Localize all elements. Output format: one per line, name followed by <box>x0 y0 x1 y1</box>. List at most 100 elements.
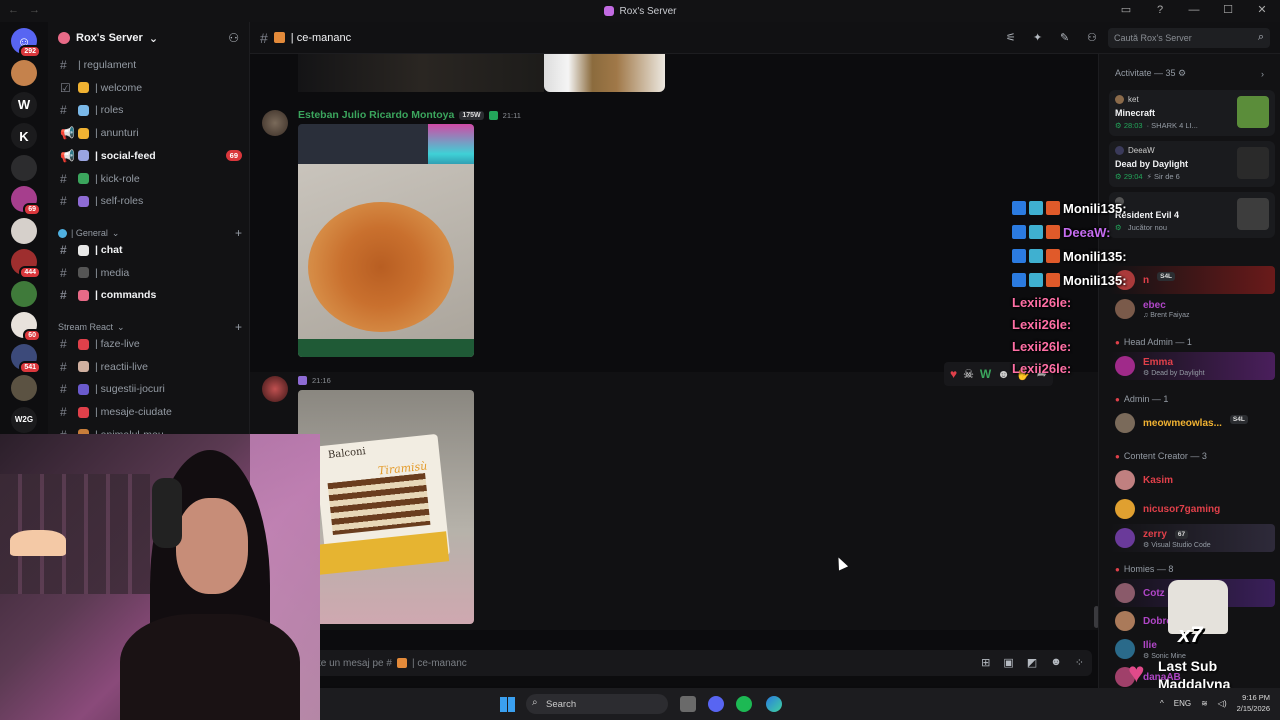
avatar[interactable] <box>262 110 288 136</box>
channel-item[interactable]: # | chat <box>56 240 242 260</box>
server-icon[interactable]: 69 <box>11 186 41 216</box>
channel-item[interactable]: # | self-roles <box>56 191 242 211</box>
member-item[interactable]: zerry 67 ⚙ Visual Studio Code <box>1109 524 1275 552</box>
server-header[interactable]: Rox's Server ⌄ ⚇ <box>48 22 249 54</box>
close-button[interactable]: ✕ <box>1252 3 1272 16</box>
apps-icon[interactable]: ⁘ <box>1075 656 1084 669</box>
streamer-face <box>176 498 248 594</box>
channel-emoji-icon <box>78 267 89 279</box>
search-icon: ⌕ <box>1257 31 1264 43</box>
member-name: Kasim <box>1143 474 1174 486</box>
author-name[interactable]: Esteban Julio Ricardo Montoya <box>298 109 454 121</box>
pizza <box>308 202 454 332</box>
threads-icon[interactable]: ⚟ <box>1006 31 1019 44</box>
channel-item[interactable]: # | kick-role <box>56 169 242 189</box>
member-item[interactable]: n S4L <box>1109 266 1275 294</box>
channel-item[interactable]: # | roles <box>56 100 242 120</box>
server-badge: 444 <box>19 266 41 279</box>
wifi-icon[interactable]: ≋ <box>1201 699 1208 708</box>
edge-icon[interactable] <box>766 696 782 712</box>
channel-name: | mesaje-ciudate <box>95 406 172 419</box>
clock[interactable]: 9:16 PM 2/15/2026 <box>1237 692 1270 714</box>
server-icon[interactable]: 444 <box>11 249 41 279</box>
add-reaction-icon[interactable]: ☻ <box>997 367 1010 381</box>
minimize-button[interactable]: — <box>1184 4 1204 16</box>
maximize-button[interactable]: ☐ <box>1218 3 1238 16</box>
activity-card[interactable]: Resident Evil 4 ⚙ Jucător nou <box>1109 192 1275 238</box>
activity-card[interactable]: ket Minecraft ⚙ 28:03 · SHARK 4 LI... <box>1109 90 1275 136</box>
channel-item[interactable]: ☑ | welcome <box>56 78 242 98</box>
forward-arrow-icon[interactable]: → <box>29 4 40 16</box>
add-channel-icon[interactable]: + <box>235 320 242 334</box>
role-icon <box>298 376 307 385</box>
server-icon[interactable] <box>11 154 37 181</box>
hash-icon: # <box>260 29 268 46</box>
channel-type-icon: # <box>60 382 67 397</box>
emoji-icon[interactable]: ☻ <box>1050 656 1062 669</box>
server-icon[interactable]: 541 <box>11 343 41 374</box>
discord-taskbar-icon[interactable] <box>708 696 724 712</box>
member-item[interactable]: Emma ⚙ Dead by Daylight <box>1109 352 1275 380</box>
pizza-image[interactable] <box>298 124 474 357</box>
back-arrow-icon[interactable]: ← <box>8 4 19 16</box>
channel-item[interactable]: # | media <box>56 263 242 283</box>
cake-image[interactable]: Balconi Tiramisù <box>298 390 474 624</box>
message-input[interactable]: te un mesaj pe # | ce-mananc <box>260 650 1092 676</box>
prev-image-attachment[interactable] <box>544 54 665 92</box>
category-stream-react[interactable]: Stream React ⌄ + <box>58 320 242 334</box>
direct-messages-button[interactable]: ☺ 292 <box>11 28 41 58</box>
category-general[interactable]: | General ⌄ + <box>58 226 242 240</box>
avatar[interactable] <box>262 376 288 402</box>
server-icon[interactable] <box>11 375 37 401</box>
nav-buttons: ← → <box>8 4 40 16</box>
gif-icon[interactable]: ▣ <box>1003 656 1013 669</box>
server-icon[interactable] <box>11 217 37 244</box>
gift-icon[interactable]: ⊞ <box>981 656 990 669</box>
member-name: meowmeowlas... <box>1143 417 1222 429</box>
channel-item[interactable]: # | sugestii-jocuri <box>56 379 242 399</box>
sticker-icon[interactable]: ◩ <box>1027 656 1037 669</box>
member-item[interactable]: nicusor7gaming <box>1109 495 1275 523</box>
server-icon[interactable]: W <box>11 91 37 118</box>
skull-icon[interactable]: ☠ <box>963 367 974 381</box>
channel-item[interactable]: 📢 | social-feed 69 <box>56 146 242 166</box>
volume-icon[interactable]: ◁) <box>1218 699 1227 708</box>
chevron-right-icon[interactable]: › <box>1261 69 1264 79</box>
channel-item[interactable]: # | mesaje-ciudate <box>56 402 242 422</box>
search-input[interactable]: Caută Rox's Server ⌕ <box>1108 28 1270 48</box>
taskbar-search[interactable]: ⌕ Search <box>526 694 668 714</box>
server-icon[interactable] <box>11 60 37 86</box>
spotify-icon[interactable] <box>736 696 752 712</box>
chevron-down-icon: ⌄ <box>111 227 120 238</box>
server-icon[interactable] <box>11 280 37 307</box>
inbox-icon[interactable]: ▭ <box>1116 3 1136 16</box>
heart-icon[interactable]: ♥ <box>950 367 957 381</box>
activity-card[interactable]: DeeaW Dead by Daylight ⚙ 29:04 ⚡ Sir de 6 <box>1109 141 1275 187</box>
w-emoji[interactable]: W <box>980 367 991 381</box>
chevron-up-icon[interactable]: ^ <box>1160 699 1164 708</box>
add-channel-icon[interactable]: + <box>235 226 242 240</box>
channel-item[interactable]: # | regulament <box>56 55 242 75</box>
server-icon[interactable]: W2G <box>11 406 37 433</box>
server-icon[interactable]: 60 <box>11 312 41 342</box>
member-item[interactable]: ebec ♫ Brent Faiyaz <box>1109 295 1275 323</box>
chat-badge-icon <box>1029 201 1043 215</box>
server-icon[interactable]: K <box>11 123 37 149</box>
windows-start-icon[interactable] <box>500 697 515 712</box>
channel-name: | chat <box>95 244 123 256</box>
help-icon[interactable]: ? <box>1150 4 1170 16</box>
role-icon: ● <box>1115 451 1120 461</box>
channel-item[interactable]: # | faze-live <box>56 334 242 354</box>
mute-icon[interactable]: ✦ <box>1033 31 1046 44</box>
pin-icon[interactable]: ✎ <box>1060 31 1073 44</box>
member-item[interactable]: meowmeowlas... S4L <box>1109 409 1275 437</box>
language-indicator[interactable]: ENG <box>1174 699 1191 708</box>
cake-layers <box>327 473 431 535</box>
channel-item[interactable]: 📢 | anunturi <box>56 123 242 143</box>
members-icon[interactable]: ⚇ <box>1087 31 1100 44</box>
channel-item[interactable]: # | commands <box>56 285 242 305</box>
member-item[interactable]: Kasim <box>1109 466 1275 494</box>
file-explorer-icon[interactable] <box>680 696 696 712</box>
invite-icon[interactable]: ⚇ <box>228 31 239 45</box>
channel-item[interactable]: # | reactii-live <box>56 357 242 377</box>
